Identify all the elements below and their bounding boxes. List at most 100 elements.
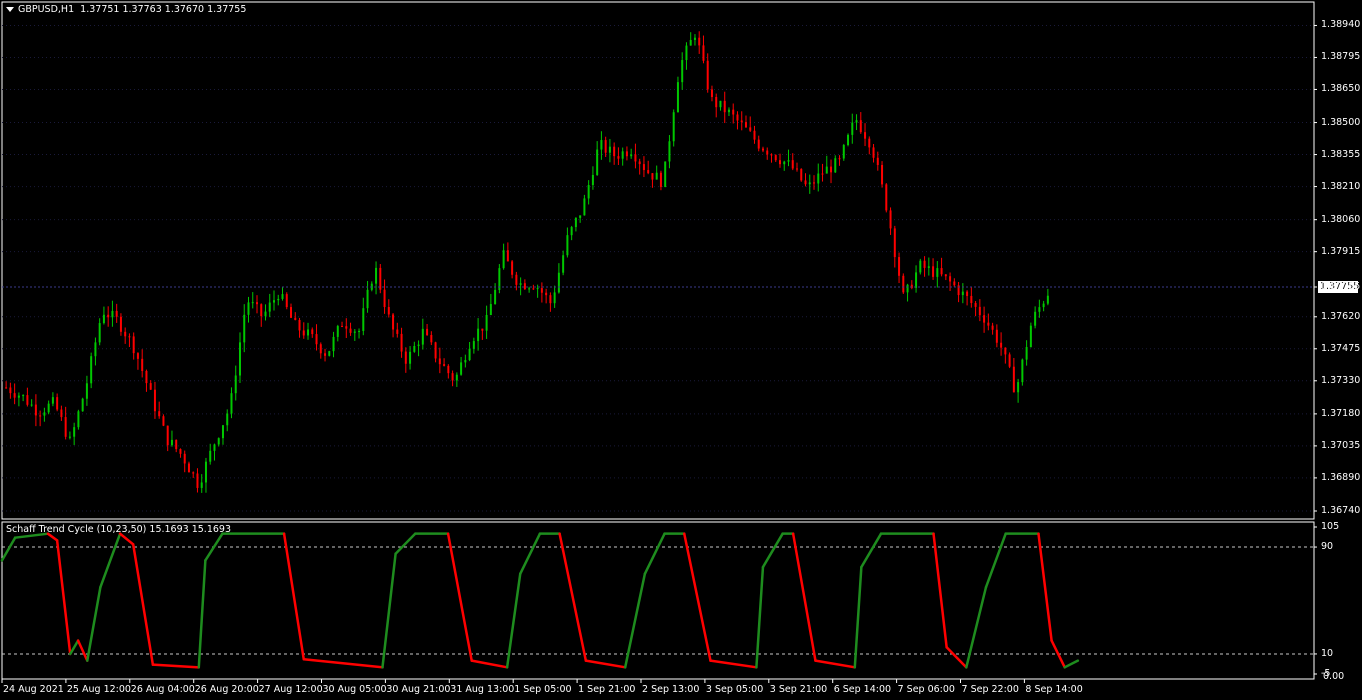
time-tick-label: 3 Sep 21:00 bbox=[769, 684, 828, 695]
bear-candle-body bbox=[791, 160, 794, 169]
bear-candle-body bbox=[872, 147, 875, 158]
stc-rising-segment bbox=[86, 585, 102, 662]
price-tick-label: 1.37035 bbox=[1321, 439, 1361, 451]
bear-candle-body bbox=[830, 166, 833, 173]
bear-candle-body bbox=[757, 139, 760, 149]
bear-candle-body bbox=[438, 358, 441, 365]
bear-candle-body bbox=[949, 276, 952, 282]
bear-candle-body bbox=[341, 326, 344, 328]
time-tick-label: 27 Aug 12:00 bbox=[258, 684, 323, 695]
bull-candle-body bbox=[587, 185, 590, 199]
dropdown-triangle-icon[interactable] bbox=[6, 7, 14, 12]
bear-candle-body bbox=[179, 449, 182, 454]
bull-candle-body bbox=[519, 283, 522, 285]
stc-rising-segment bbox=[68, 639, 80, 656]
bear-candle-body bbox=[149, 383, 152, 390]
stc-rising-segment bbox=[984, 532, 1007, 589]
ohlc-values: 1.37751 1.37763 1.37670 1.37755 bbox=[80, 4, 247, 15]
bull-candle-body bbox=[927, 266, 930, 268]
stc-rising-segment bbox=[505, 572, 522, 669]
bear-candle-body bbox=[800, 168, 803, 181]
bull-candle-body bbox=[22, 395, 25, 397]
bear-candle-body bbox=[64, 417, 67, 437]
bear-candle-body bbox=[876, 157, 879, 165]
main-panel-frame bbox=[1, 1, 1315, 520]
bear-candle-body bbox=[379, 267, 382, 290]
bull-candle-body bbox=[353, 331, 356, 333]
bear-candle-body bbox=[647, 170, 650, 174]
bull-candle-body bbox=[230, 393, 233, 414]
bear-candle-body bbox=[625, 151, 628, 157]
bear-candle-body bbox=[13, 393, 16, 398]
stc-falling-segment bbox=[1037, 532, 1053, 642]
bear-candle-body bbox=[991, 325, 994, 330]
stc-rising-segment bbox=[197, 559, 207, 669]
chart-canvas[interactable] bbox=[0, 0, 1362, 700]
bull-candle-body bbox=[81, 398, 84, 412]
bull-candle-body bbox=[332, 336, 335, 352]
bear-candle-body bbox=[447, 365, 450, 374]
bear-candle-body bbox=[634, 154, 637, 162]
time-tick-label: 24 Aug 2021 bbox=[3, 684, 64, 695]
bull-candle-body bbox=[664, 161, 667, 187]
stc-falling-segment bbox=[682, 532, 712, 662]
bull-candle-body bbox=[1042, 303, 1045, 308]
bull-candle-body bbox=[851, 122, 854, 135]
bear-candle-body bbox=[642, 164, 645, 171]
bull-candle-body bbox=[238, 342, 241, 376]
bear-candle-body bbox=[778, 160, 781, 165]
bear-candle-body bbox=[162, 416, 165, 426]
bear-candle-body bbox=[761, 148, 764, 151]
bear-candle-body bbox=[26, 395, 29, 405]
bull-candle-body bbox=[855, 120, 858, 123]
bull-candle-body bbox=[825, 166, 828, 174]
bull-candle-body bbox=[281, 294, 284, 299]
bull-candle-body bbox=[583, 198, 586, 216]
bear-candle-body bbox=[383, 289, 386, 308]
bear-candle-body bbox=[1012, 366, 1015, 393]
bear-candle-body bbox=[396, 329, 399, 334]
indicator-zero-label: 0.00 bbox=[1323, 671, 1345, 682]
bull-candle-body bbox=[655, 172, 658, 180]
bear-candle-body bbox=[659, 172, 662, 187]
bull-candle-body bbox=[77, 411, 80, 428]
bull-candle-body bbox=[477, 328, 480, 342]
bear-candle-body bbox=[426, 328, 429, 336]
bear-candle-body bbox=[298, 319, 301, 331]
bear-candle-body bbox=[506, 250, 509, 262]
bull-candle-body bbox=[1021, 359, 1024, 383]
bull-candle-body bbox=[468, 348, 471, 361]
bear-candle-body bbox=[923, 260, 926, 268]
indicator-level-label: 10 bbox=[1321, 647, 1334, 659]
stc-falling-segment bbox=[791, 532, 817, 662]
bull-candle-body bbox=[783, 161, 786, 165]
bull-candle-body bbox=[557, 272, 560, 293]
bear-candle-body bbox=[145, 370, 148, 384]
indicator-title: Schaff Trend Cycle (10,23,50) 15.1693 15… bbox=[6, 524, 231, 535]
price-tick-label: 1.38940 bbox=[1321, 19, 1361, 31]
bear-candle-body bbox=[56, 397, 59, 410]
bull-candle-body bbox=[808, 182, 811, 185]
bear-candle-body bbox=[319, 344, 322, 354]
bull-candle-body bbox=[226, 413, 229, 426]
bear-candle-body bbox=[166, 425, 169, 446]
bull-candle-body bbox=[608, 146, 611, 153]
bull-candle-body bbox=[307, 329, 310, 336]
bull-candle-body bbox=[200, 482, 203, 488]
bear-candle-body bbox=[651, 173, 654, 180]
stc-falling-segment bbox=[446, 532, 473, 662]
bull-candle-body bbox=[961, 291, 964, 296]
bear-candle-body bbox=[864, 132, 867, 139]
indicator-level-label: 105 bbox=[1321, 521, 1340, 532]
bear-candle-body bbox=[540, 288, 543, 293]
bear-candle-body bbox=[511, 261, 514, 275]
bull-candle-body bbox=[362, 308, 365, 331]
bull-candle-body bbox=[17, 395, 20, 398]
bear-candle-body bbox=[285, 294, 288, 308]
bull-candle-body bbox=[336, 326, 339, 337]
stc-falling-segment bbox=[302, 658, 384, 669]
bear-candle-body bbox=[523, 283, 526, 290]
bear-candle-body bbox=[944, 274, 947, 277]
time-tick-label: 1 Sep 21:00 bbox=[578, 684, 636, 695]
bull-candle-body bbox=[485, 315, 488, 331]
